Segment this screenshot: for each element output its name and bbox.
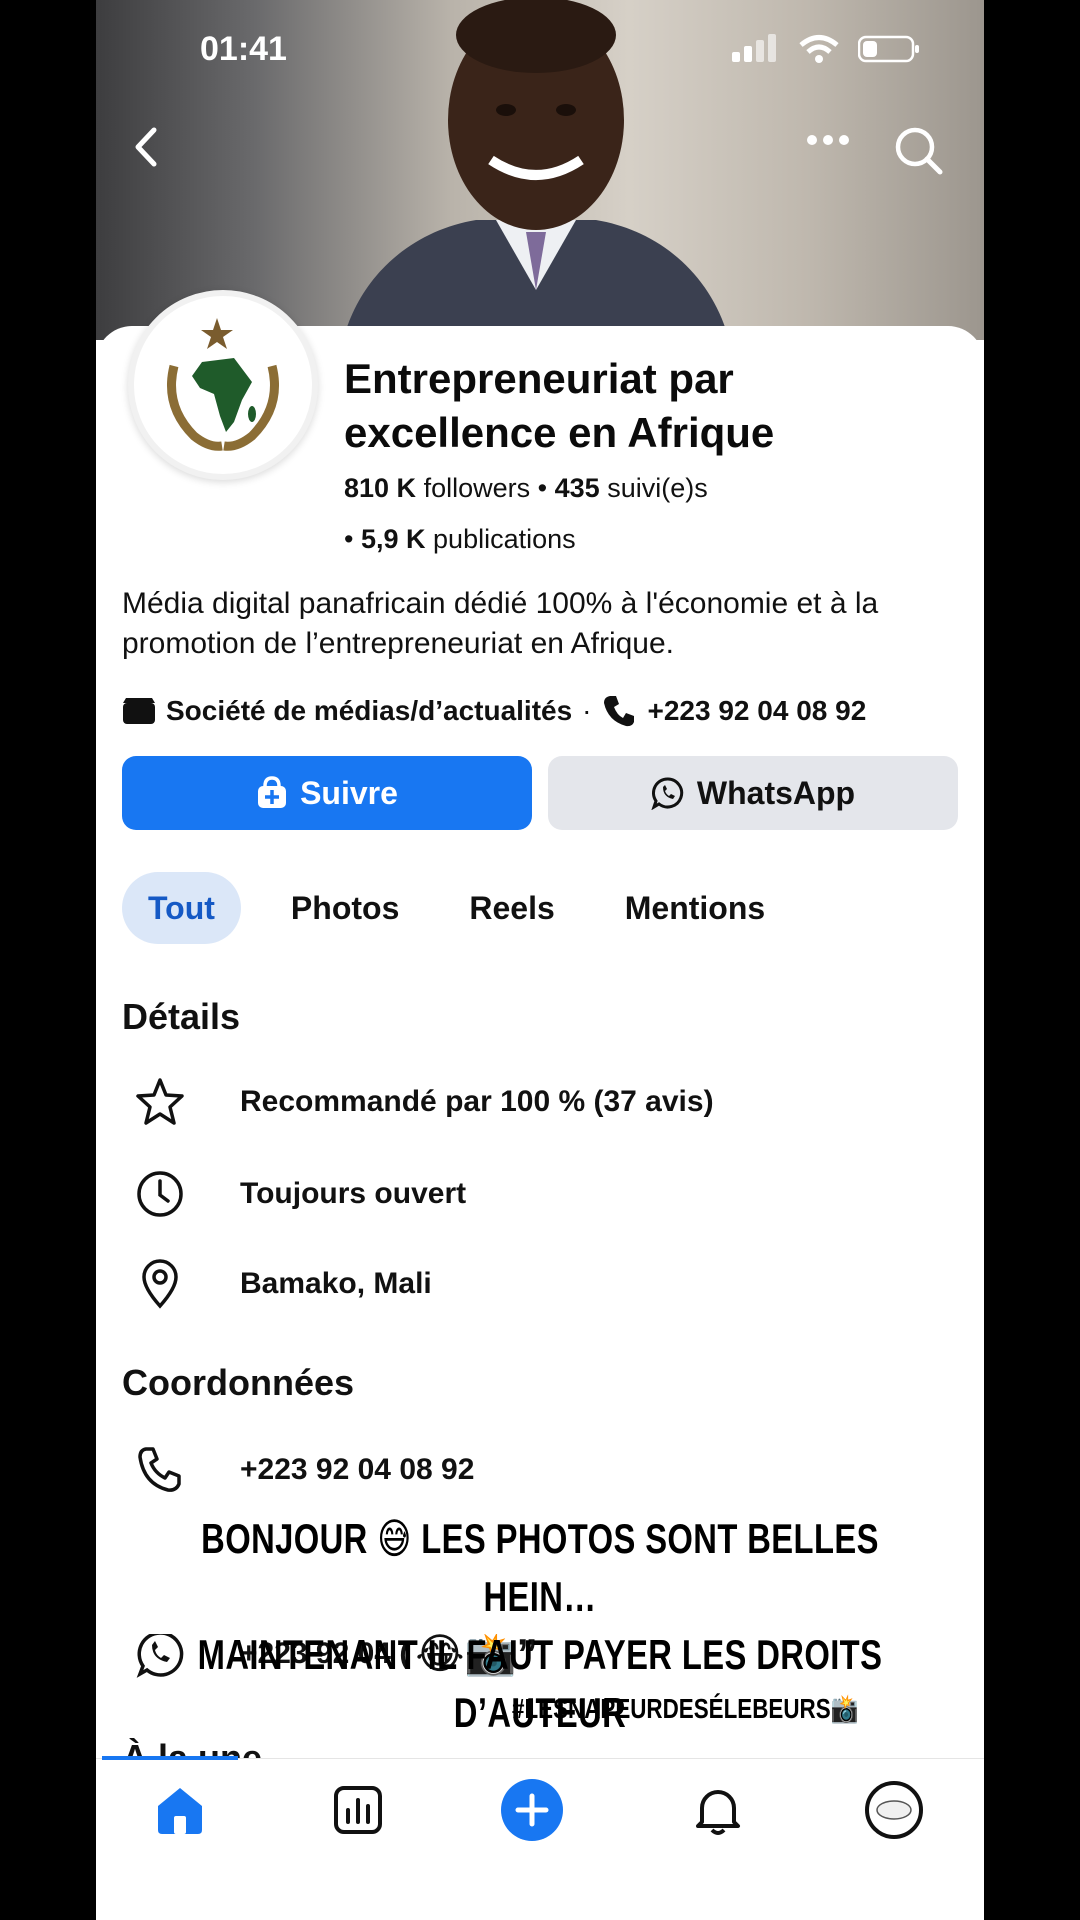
profile-tabs: Tout Photos Reels Mentions: [122, 872, 801, 944]
signal-icon: [732, 34, 776, 62]
clock-icon: [132, 1166, 188, 1222]
caption-line-1: BONJOUR 😅 LES PHOTOS SONT BELLES HEIN…: [201, 1515, 879, 1620]
wifi-icon: [799, 35, 839, 63]
location-pin-icon: [132, 1256, 188, 1312]
following-count[interactable]: 435: [555, 473, 600, 503]
search-icon: [895, 127, 943, 175]
contact-phone-text: +223 92 04 08 92: [240, 1453, 475, 1486]
nav-profile[interactable]: [864, 1780, 924, 1840]
plus-circle-icon: [501, 1779, 563, 1841]
followers-label[interactable]: followers: [424, 473, 531, 503]
whatsapp-button[interactable]: WhatsApp: [548, 756, 958, 830]
chevron-left-icon: [135, 127, 157, 167]
phone-screen: 01:41 Entrepreneuriat par excellence en …: [96, 0, 984, 1920]
africa-laurel-logo: [167, 318, 279, 451]
profile-bio: Média digital panafricain dédié 100% à l…: [122, 587, 879, 660]
tab-mentions[interactable]: Mentions: [591, 872, 799, 944]
whatsapp-icon: [651, 777, 684, 810]
following-label[interactable]: suivi(e)s: [607, 473, 708, 503]
follow-bag-icon: [258, 776, 287, 808]
battery-icon: [858, 35, 919, 63]
caption-hashtag: #LESNAPEURDESÉLEBEURS📸: [512, 1693, 859, 1724]
chart-icon: [334, 1786, 382, 1834]
nav-home[interactable]: [150, 1780, 210, 1840]
phone-outline-icon: [132, 1442, 188, 1498]
profile-avatar[interactable]: [128, 290, 318, 480]
nav-notifications[interactable]: [688, 1780, 748, 1840]
posts-line: • 5,9 K publications: [344, 524, 576, 554]
status-icons: [730, 34, 920, 64]
whatsapp-outline-icon: [132, 1626, 188, 1682]
details-heading: Détails: [122, 996, 241, 1037]
bell-icon: [696, 1790, 740, 1835]
cover-person-image: [346, 0, 726, 330]
status-time: 01:41: [200, 30, 287, 68]
followers-count[interactable]: 810 K: [344, 473, 416, 503]
home-icon: [158, 1788, 202, 1834]
tab-photos[interactable]: Photos: [257, 872, 433, 944]
detail-hours[interactable]: Toujours ouvert: [132, 1166, 466, 1222]
follow-label: Suivre: [300, 774, 398, 811]
detail-hours-text: Toujours ouvert: [240, 1177, 467, 1210]
page-title: Entrepreneuriat par excellence en Afriqu…: [344, 355, 775, 456]
contact-heading: Coordonnées: [122, 1362, 355, 1403]
more-dots-icon: [807, 135, 849, 145]
detail-recommendation[interactable]: Recommandé par 100 % (37 avis): [132, 1074, 714, 1130]
clapperboard-icon: [123, 698, 155, 724]
nav-active-indicator: [102, 1756, 238, 1760]
search-button[interactable]: [894, 126, 944, 181]
cover-photo[interactable]: 01:41: [96, 0, 984, 340]
category-label: Société de médias/d’actualités: [166, 695, 573, 726]
follow-button[interactable]: Suivre: [122, 756, 532, 830]
more-button[interactable]: [806, 130, 850, 155]
nav-dashboard[interactable]: [328, 1780, 388, 1840]
star-icon: [132, 1074, 188, 1130]
tab-tout[interactable]: Tout: [122, 872, 241, 944]
detail-recommendation-text: Recommandé par 100 % (37 avis): [240, 1085, 714, 1118]
posts-count: 5,9 K: [360, 524, 426, 554]
category-phone[interactable]: +223 92 04 08 92: [648, 695, 867, 727]
stats-line: 810 K followers • 435 suivi(e)s: [344, 473, 708, 503]
detail-location-text: Bamako, Mali: [240, 1267, 432, 1300]
category-line: Société de médias/d’actualités · +223 92…: [122, 694, 962, 728]
tab-reels[interactable]: Reels: [435, 872, 588, 944]
detail-location[interactable]: Bamako, Mali: [132, 1256, 432, 1312]
whatsapp-label: WhatsApp: [696, 774, 856, 811]
nav-create[interactable]: [500, 1778, 564, 1842]
phone-icon: [603, 696, 634, 727]
back-button[interactable]: [126, 122, 166, 177]
profile-avatar-icon: [865, 1781, 923, 1839]
posts-label: publications: [433, 524, 576, 554]
contact-phone[interactable]: +223 92 04 08 92: [132, 1442, 474, 1498]
